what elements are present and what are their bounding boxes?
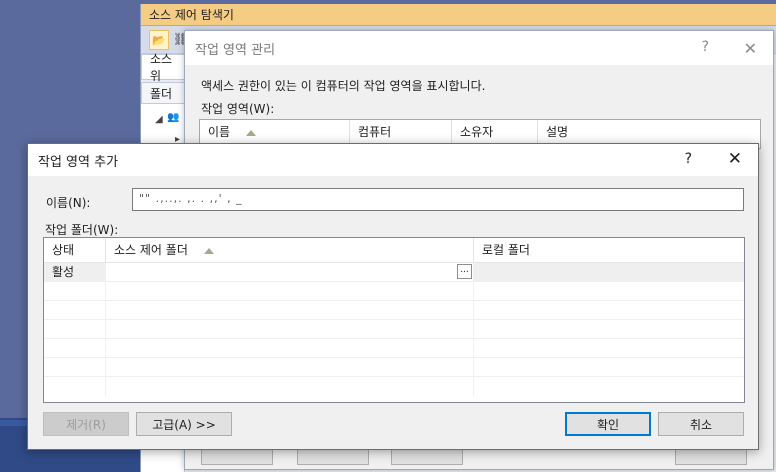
explorer-tab[interactable]: 소스 위 (141, 52, 185, 83)
working-folders-grid[interactable]: 상태 소스 제어 폴더 로컬 폴더 활성 ... (43, 237, 745, 403)
close-icon[interactable]: ✕ (744, 39, 757, 58)
name-label: 이름(N): (46, 196, 91, 210)
empty-cell (106, 320, 474, 339)
empty-row (44, 320, 744, 339)
empty-cell (44, 301, 106, 320)
column-computer[interactable]: 컴퓨터 (350, 120, 452, 144)
column-description[interactable]: 설명 (538, 120, 760, 144)
empty-cell (106, 301, 474, 320)
cancel-button[interactable]: 취소 (658, 412, 744, 436)
close-icon[interactable]: ✕ (728, 149, 742, 169)
folder-header: 폴더 (141, 82, 185, 104)
help-icon[interactable]: ? (685, 151, 692, 167)
empty-cell (106, 282, 474, 301)
manage-dialog-description: 액세스 권한이 있는 이 컴퓨터의 작업 영역을 표시합니다. (201, 79, 486, 93)
team-icon: 👥 (167, 112, 180, 123)
add-dialog-titlebar: 작업 영역 추가 ? ✕ (28, 144, 758, 176)
manage-dialog-titlebar: 작업 영역 관리 ? ✕ (185, 31, 773, 65)
workspace-name-input[interactable]: "" .,..,. ,. . ,,' , _ (132, 188, 744, 211)
empty-cell (106, 377, 474, 396)
empty-cell (44, 377, 106, 396)
remove-button[interactable]: 제거(R) (43, 412, 129, 436)
column-name[interactable]: 이름 (200, 120, 350, 144)
empty-cell (44, 339, 106, 358)
column-name-label: 이름 (208, 125, 231, 139)
empty-cell (44, 358, 106, 377)
tree-expand-icon[interactable]: ◢ (155, 114, 163, 125)
row-source-cell[interactable] (106, 263, 474, 282)
sort-ascending-icon (203, 247, 214, 254)
column-source-folder[interactable]: 소스 제어 폴더 (106, 238, 474, 263)
manage-dialog-title: 작업 영역 관리 (195, 42, 276, 58)
add-dialog-title: 작업 영역 추가 (38, 154, 119, 170)
grid-header: 상태 소스 제어 폴더 로컬 폴더 (44, 238, 744, 263)
table-row[interactable]: 활성 ... (44, 263, 744, 282)
explorer-title: 소스 제어 탐색기 (141, 4, 776, 26)
empty-row (44, 282, 744, 301)
column-local-folder[interactable]: 로컬 폴더 (474, 238, 744, 263)
open-folder-icon[interactable]: 📂 (149, 30, 169, 50)
empty-row (44, 301, 744, 320)
empty-cell (106, 358, 474, 377)
workspace-list-label: 작업 영역(W): (201, 102, 275, 116)
empty-row (44, 377, 744, 396)
empty-row (44, 339, 744, 358)
row-local-cell[interactable] (474, 263, 744, 282)
browse-button[interactable]: ... (457, 264, 472, 279)
ok-button[interactable]: 확인 (565, 412, 651, 436)
sort-ascending-icon (245, 129, 256, 136)
column-source-folder-label: 소스 제어 폴더 (114, 243, 188, 257)
column-status[interactable]: 상태 (44, 238, 106, 263)
empty-row (44, 358, 744, 377)
column-owner[interactable]: 소유자 (452, 120, 538, 144)
empty-cell (106, 339, 474, 358)
empty-cell (44, 320, 106, 339)
working-folders-label: 작업 폴더(W): (45, 223, 119, 237)
advanced-button[interactable]: 고급(A) >> (136, 412, 232, 436)
add-workspace-dialog: 작업 영역 추가 ? ✕ 이름(N): "" .,..,. ,. . ,,' ,… (27, 143, 759, 450)
help-icon[interactable]: ? (702, 39, 709, 55)
row-status-cell[interactable]: 활성 (44, 263, 106, 282)
empty-cell (44, 282, 106, 301)
